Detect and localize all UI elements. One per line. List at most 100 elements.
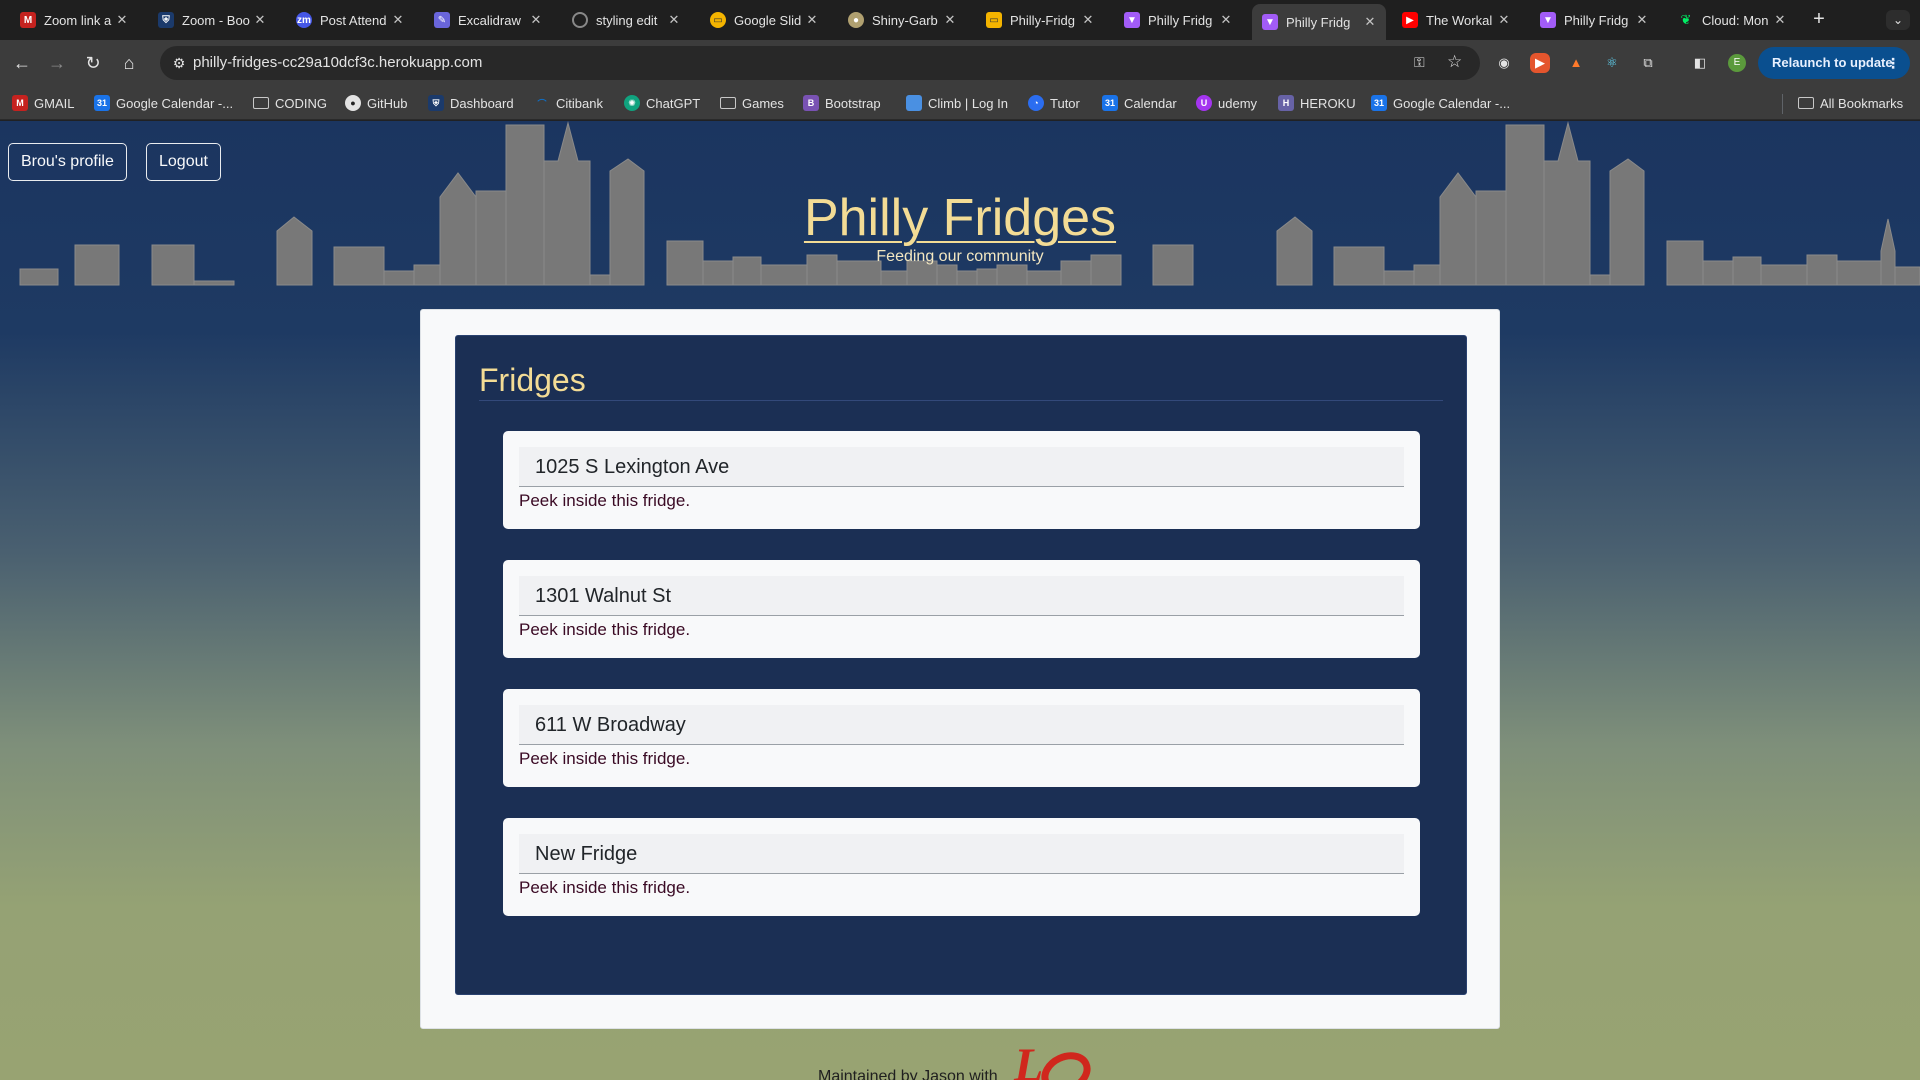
profile-button[interactable]: Brou's profile (8, 143, 127, 181)
home-icon: ⌂ (123, 53, 135, 73)
close-icon[interactable]: ✕ (1634, 12, 1650, 28)
bookmark-label: Tutor (1050, 95, 1080, 111)
close-icon[interactable]: ✕ (1218, 12, 1234, 28)
folder-icon (720, 97, 736, 109)
bookmark-label: Bootstrap (825, 95, 881, 111)
close-icon[interactable]: ✕ (1496, 12, 1512, 28)
tab-8[interactable]: ▼ Philly Fridg ✕ (1114, 6, 1242, 34)
bookmark-label: Google Calendar -... (1393, 95, 1511, 111)
all-bookmarks-button[interactable]: All Bookmarks (1798, 93, 1903, 113)
close-icon[interactable]: ✕ (114, 12, 130, 28)
bookmark-citibank[interactable]: ⌒ Citibank (534, 93, 603, 113)
password-key-icon[interactable]: ⚿ (1414, 54, 1425, 71)
site-title[interactable]: Philly Fridges (0, 188, 1920, 248)
camera-extension-icon[interactable]: ◉ (1494, 53, 1514, 73)
folder-icon (253, 97, 269, 109)
close-icon[interactable]: ✕ (1362, 14, 1378, 30)
tab-5[interactable]: ▭ Google Slid ✕ (700, 6, 828, 34)
browser-toolbar: ← → ↻ ⌂ ⚙ philly-fridges-cc29a10dcf3c.he… (0, 40, 1920, 86)
bookmark-label: GitHub (367, 95, 408, 111)
tab-title: Zoom - Boo (182, 12, 250, 28)
new-tab-button[interactable]: + (1808, 8, 1830, 30)
tab-4[interactable]: styling edit ✕ (562, 6, 690, 34)
react-devtools-icon[interactable]: ⚛ (1602, 53, 1622, 73)
close-icon[interactable]: ✕ (942, 12, 958, 28)
close-icon[interactable]: ✕ (1772, 12, 1788, 28)
bookmark-udemy[interactable]: Uudemy (1196, 93, 1257, 113)
section-divider (479, 400, 1443, 401)
close-icon[interactable]: ✕ (666, 12, 682, 28)
tab-6[interactable]: ● Shiny-Garb ✕ (838, 6, 966, 34)
youtube-icon: ▶ (1402, 12, 1418, 28)
close-icon[interactable]: ✕ (528, 12, 544, 28)
side-panel-icon[interactable]: ◧ (1690, 53, 1710, 73)
close-icon[interactable]: ✕ (252, 12, 268, 28)
bookmarks-bar: M GMAIL 31 Google Calendar -... CODING ● Gi… (0, 86, 1920, 120)
fridges-panel: Fridges 1025 S Lexington Ave Peek inside… (455, 335, 1467, 995)
tab-10[interactable]: ▶ The Workal ✕ (1392, 6, 1520, 34)
google-slides-icon: ▭ (710, 12, 726, 28)
bookmark-label: CODING (275, 95, 327, 111)
close-icon[interactable]: ✕ (390, 12, 406, 28)
bookmark-calendar[interactable]: 31 Calendar (1102, 93, 1177, 113)
bookmark-dashboard[interactable]: ⛨ Dashboard (428, 93, 514, 113)
back-button[interactable]: ← (10, 51, 34, 75)
climb-icon (906, 95, 922, 111)
tab-3[interactable]: ✎ Excalidraw ✕ (424, 6, 552, 34)
bookmark-label: HEROKU (1300, 95, 1356, 111)
tab-7[interactable]: ▭ Philly-Fridg ✕ (976, 6, 1104, 34)
penn-shield-icon: ⛨ (428, 95, 444, 111)
excalidraw-icon: ✎ (434, 12, 450, 28)
page-viewport: Brou's profile Logout Philly Fridges Fee… (0, 121, 1920, 1080)
home-button[interactable]: ⌂ (117, 51, 141, 75)
record-extension-icon[interactable]: ▶ (1530, 53, 1550, 73)
fridge-link[interactable]: Peek inside this fridge. (519, 878, 690, 898)
close-icon[interactable]: ✕ (1080, 12, 1096, 28)
tab-search-button[interactable]: ⌄ (1886, 10, 1910, 30)
loading-icon (572, 12, 588, 28)
tab-0[interactable]: M Zoom link a ✕ (10, 6, 138, 34)
tab-2[interactable]: zm Post Attend ✕ (286, 6, 414, 34)
logout-button[interactable]: Logout (146, 143, 221, 181)
content-card: Fridges 1025 S Lexington Ave Peek inside… (420, 309, 1500, 1029)
tab-1[interactable]: ⛨ Zoom - Boo ✕ (148, 6, 276, 34)
tab-12[interactable]: ❦ Cloud: Mon ✕ (1668, 6, 1796, 34)
site-title-link[interactable]: Philly Fridges (804, 189, 1116, 247)
reload-button[interactable]: ↻ (81, 51, 105, 75)
bookmark-label: Citibank (556, 95, 603, 111)
bookmark-label: Google Calendar -... (116, 95, 234, 111)
bookmark-tutor[interactable]: ◔ Tutor (1028, 93, 1080, 113)
fridge-link[interactable]: Peek inside this fridge. (519, 491, 690, 511)
url-text[interactable]: philly-fridges-cc29a10dcf3c.herokuapp.co… (193, 46, 482, 80)
close-icon[interactable]: ✕ (804, 12, 820, 28)
tab-9-active[interactable]: ▼ Philly Fridg ✕ (1252, 4, 1386, 40)
bookmark-bootstrap[interactable]: B Bootstrap (803, 93, 881, 113)
fridge-card: 1301 Walnut St Peek inside this fridge. (503, 560, 1420, 658)
bookmark-heroku[interactable]: H HEROKU (1278, 93, 1356, 113)
bookmark-gmail[interactable]: M GMAIL (12, 93, 74, 113)
bookmark-folder-games[interactable]: Games (720, 93, 784, 113)
tab-title: Shiny-Garb (872, 12, 938, 28)
bookmark-github[interactable]: ● GitHub (345, 93, 407, 113)
extensions-puzzle-icon[interactable]: ⧉ (1638, 53, 1658, 73)
forward-button[interactable]: → (45, 51, 69, 75)
site-settings-icon[interactable]: ⚙ (170, 54, 188, 72)
site-subtitle: Feeding our community (876, 248, 1044, 265)
relaunch-button[interactable]: Relaunch to update ⋮ (1758, 47, 1910, 79)
profile-avatar[interactable]: E (1728, 54, 1746, 72)
bookmark-google-calendar-2[interactable]: 31 Google Calendar -... (1371, 93, 1510, 113)
fridge-link[interactable]: Peek inside this fridge. (519, 749, 690, 769)
tab-11[interactable]: ▼ Philly Fridg ✕ (1530, 6, 1658, 34)
bookmark-google-calendar[interactable]: 31 Google Calendar -... (94, 93, 233, 113)
bookmark-star-icon[interactable]: ☆ (1447, 52, 1462, 72)
calendar-icon: 31 (1102, 95, 1118, 111)
fox-extension-icon[interactable]: ▲ (1566, 53, 1586, 73)
fridge-link[interactable]: Peek inside this fridge. (519, 620, 690, 640)
bookmark-label: Dashboard (450, 95, 514, 111)
bookmark-chatgpt[interactable]: ✺ ChatGPT (624, 93, 700, 113)
bookmark-climb[interactable]: Climb | Log In (906, 93, 1008, 113)
bookmark-folder-coding[interactable]: CODING (253, 93, 327, 113)
tab-title: Google Slid (734, 12, 802, 28)
penn-shield-icon: ⛨ (158, 12, 174, 28)
address-bar[interactable]: ⚙ philly-fridges-cc29a10dcf3c.herokuapp.… (160, 46, 1480, 80)
